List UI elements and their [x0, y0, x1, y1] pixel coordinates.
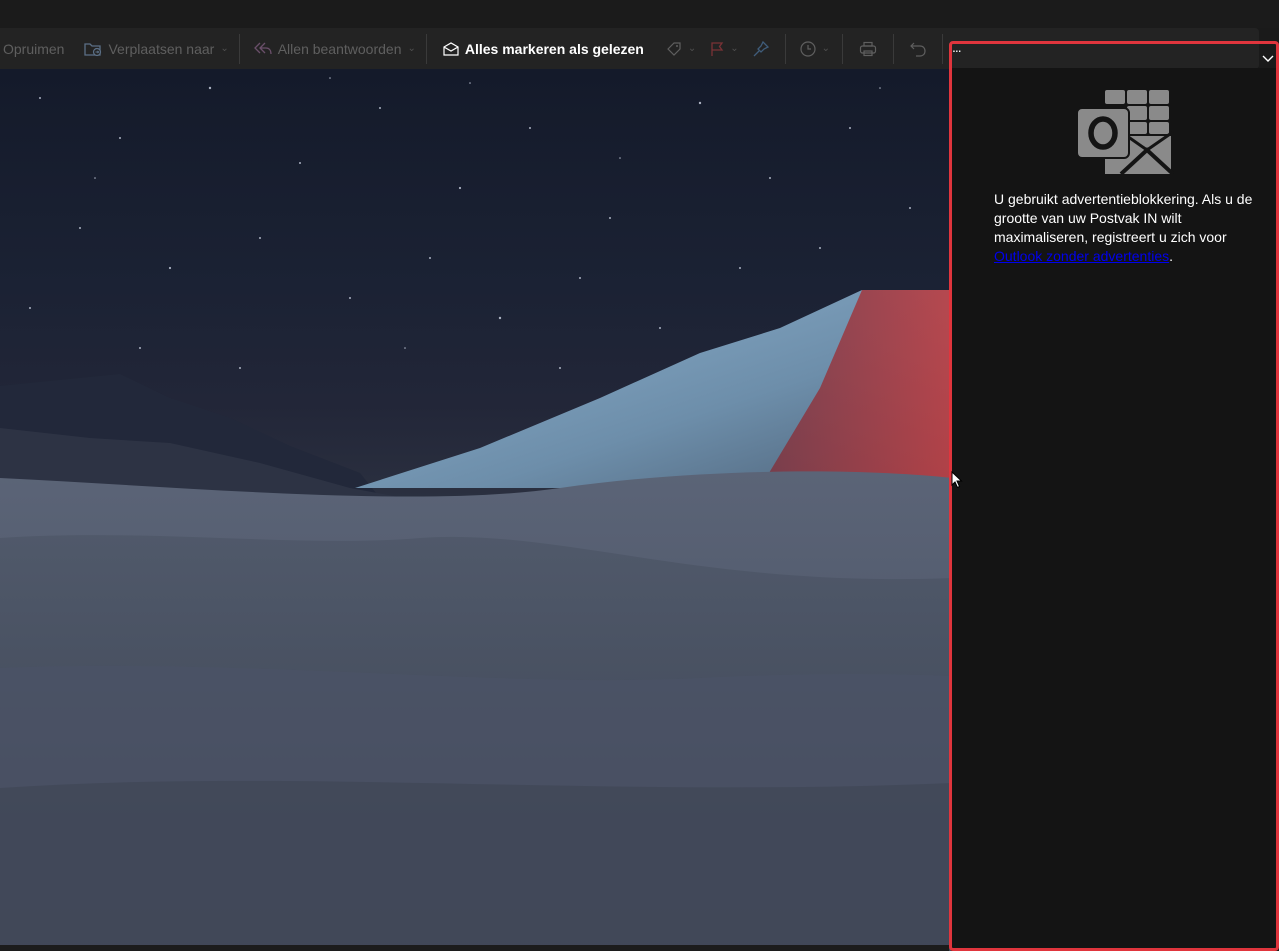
printer-icon	[859, 41, 877, 57]
categorize-button[interactable]: ⌄	[666, 28, 710, 69]
snooze-button[interactable]: ⌄	[786, 28, 842, 69]
chevron-down-icon: ⌄	[730, 43, 739, 54]
title-bar	[0, 0, 1279, 28]
outlook-logo-icon	[1076, 90, 1175, 176]
pin-icon	[753, 40, 769, 57]
ad-blocker-text: U gebruikt advertentieblokkering. Als u …	[994, 191, 1253, 245]
message-period: .	[1169, 248, 1173, 264]
tag-icon	[666, 41, 682, 57]
chevron-down-icon: ⌄	[407, 43, 416, 54]
mouse-cursor-icon	[951, 470, 963, 489]
opruimen-label: Opruimen	[3, 40, 65, 57]
desktop-wallpaper	[0, 68, 952, 951]
more-options-button[interactable]: ...	[952, 40, 962, 54]
command-toolbar: Opruimen Verplaatsen naar ⌄ Allen beantw…	[0, 28, 1259, 69]
bottom-edge	[0, 945, 949, 951]
allen-beantwoorden-button[interactable]: Allen beantwoorden ⌄	[240, 28, 426, 69]
pin-button[interactable]	[753, 28, 785, 69]
chevron-down-icon: ⌄	[821, 43, 831, 54]
alles-markeren-button[interactable]: Alles markeren als gelezen	[427, 28, 666, 69]
opruimen-button[interactable]: Opruimen	[0, 28, 76, 69]
envelope-open-icon	[443, 41, 459, 56]
ad-blocker-message: U gebruikt advertentieblokkering. Als u …	[994, 190, 1264, 266]
chevron-down-icon[interactable]	[1260, 50, 1276, 66]
clock-icon	[800, 40, 816, 57]
outlook-ad-free-link[interactable]: Outlook zonder advertenties	[994, 248, 1169, 264]
flag-icon	[710, 41, 724, 57]
reply-all-icon	[253, 42, 272, 56]
print-button[interactable]	[843, 28, 893, 69]
toolbar-divider	[942, 33, 944, 64]
chevron-down-icon: ⌄	[687, 43, 697, 54]
verplaatsen-button[interactable]: Verplaatsen naar ⌄	[76, 28, 238, 69]
alles-markeren-label: Alles markeren als gelezen	[464, 40, 644, 57]
flag-button[interactable]: ⌄	[710, 28, 752, 69]
undo-icon	[910, 41, 926, 57]
verplaatsen-label: Verplaatsen naar	[108, 40, 215, 57]
folder-move-icon	[84, 41, 102, 57]
chevron-down-icon: ⌄	[220, 43, 229, 54]
undo-button[interactable]	[894, 28, 942, 69]
allen-beantwoorden-label: Allen beantwoorden	[277, 40, 402, 57]
